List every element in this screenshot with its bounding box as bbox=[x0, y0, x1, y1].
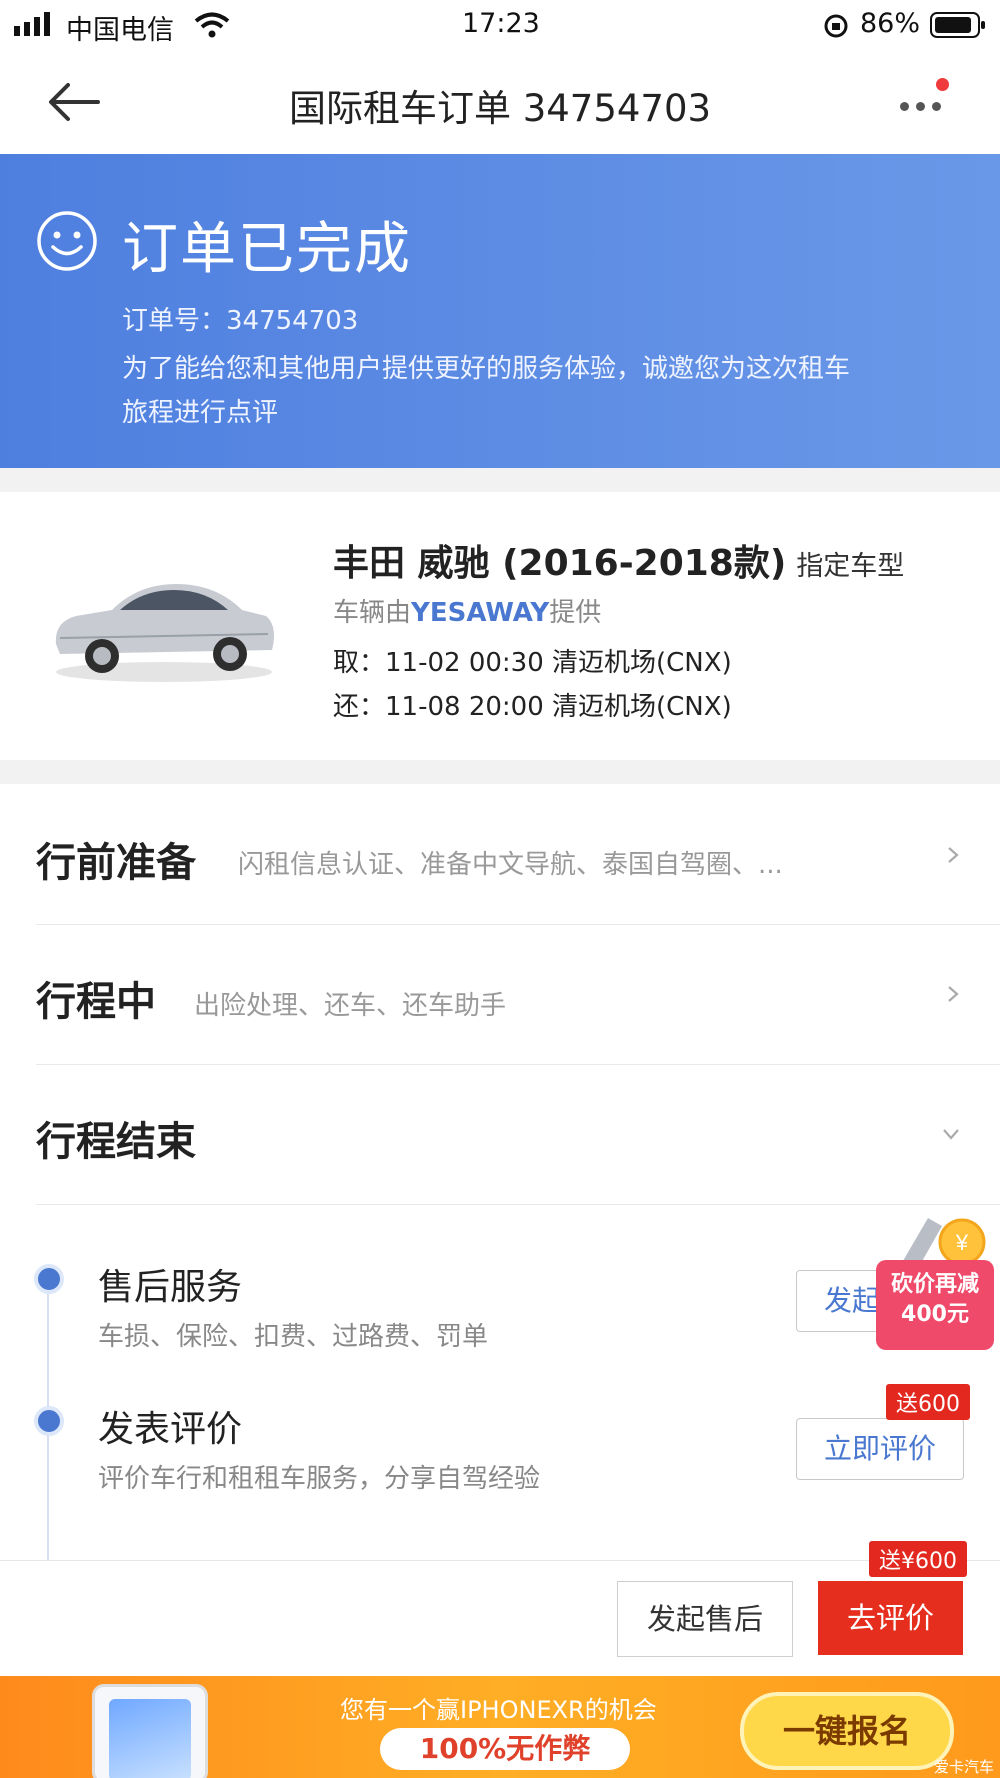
chevron-right-icon bbox=[948, 986, 959, 1002]
status-bar: 中国电信 17:23 86% bbox=[0, 0, 1000, 52]
order-number: 订单号：34754703 bbox=[122, 306, 359, 336]
order-status-title: 订单已完成 bbox=[122, 217, 412, 282]
svg-text:¥: ¥ bbox=[955, 1230, 969, 1255]
section-title: 行程结束 bbox=[36, 1119, 196, 1165]
start-after-sale-button[interactable]: 发起售后 bbox=[617, 1581, 793, 1657]
car-info-card[interactable]: 丰田 威驰 (2016-2018款) 指定车型 车辆由YESAWAY提供 取：11… bbox=[0, 492, 1000, 760]
car-model-name: 丰田 威驰 (2016-2018款) bbox=[333, 543, 787, 584]
review-invite-line1: 为了能给您和其他用户提供更好的服务体验，诚邀您为这次租车 bbox=[122, 354, 851, 384]
timeline-dot bbox=[34, 1406, 64, 1436]
trip-sections: 行前准备 闪租信息认证、准备中文导航、泰国自驾圈、... 行程中 出险处理、还车… bbox=[0, 784, 1000, 1560]
more-menu-button[interactable] bbox=[900, 78, 952, 120]
review-reward-badge: 送600 bbox=[886, 1384, 970, 1420]
phone-image bbox=[92, 1684, 208, 1778]
return-info: 还：11-08 20:00 清迈机场(CNX) bbox=[333, 692, 732, 722]
bottom-action-bar: 发起售后 去评价 送¥600 bbox=[0, 1541, 1000, 1677]
car-model-tag: 指定车型 bbox=[796, 551, 905, 582]
provider-name: YESAWAY bbox=[411, 598, 550, 628]
review-now-button[interactable]: 立即评价 bbox=[796, 1418, 964, 1480]
ad-banner[interactable]: 您有一个赢IPHONEXR的机会 100%无作弊 一键报名 bbox=[0, 1676, 1000, 1778]
car-provider: 车辆由YESAWAY提供 bbox=[333, 592, 601, 629]
divider bbox=[36, 1204, 1000, 1205]
promo-tag: 砍价再减 400元 bbox=[876, 1260, 994, 1350]
ad-headline: 您有一个赢IPHONEXR的机会 bbox=[340, 1696, 657, 1724]
clock: 17:23 bbox=[462, 8, 540, 39]
section-title: 行前准备 bbox=[36, 840, 196, 886]
section-in-trip[interactable]: 行程中 出险处理、还车、还车助手 bbox=[0, 925, 1000, 1064]
pickup-info: 取：11-02 00:30 清迈机场(CNX) bbox=[333, 648, 732, 678]
review-invite-line2: 旅程进行点评 bbox=[122, 398, 279, 428]
after-sales-subtitle: 车损、保险、扣费、过路费、罚单 bbox=[98, 1322, 489, 1352]
rotation-lock-icon bbox=[824, 14, 848, 38]
section-subtitle: 出险处理、还车、还车助手 bbox=[194, 991, 507, 1021]
timeline-dot bbox=[34, 1264, 64, 1294]
more-dot bbox=[916, 102, 925, 111]
promo-line1: 砍价再减 bbox=[890, 1272, 979, 1297]
section-title: 行程中 bbox=[36, 979, 156, 1025]
car-image bbox=[55, 584, 275, 682]
watermark: 爱卡汽车 bbox=[934, 1758, 995, 1776]
more-dot bbox=[932, 102, 941, 111]
signal-icon bbox=[14, 12, 50, 36]
nav-bar: 国际租车订单 34754703 bbox=[0, 52, 1000, 154]
battery-icon bbox=[930, 12, 985, 38]
chevron-down-icon bbox=[943, 1129, 959, 1140]
provider-suffix: 提供 bbox=[549, 598, 602, 628]
provider-prefix: 车辆由 bbox=[333, 598, 412, 628]
section-trip-end[interactable]: 行程结束 bbox=[0, 1065, 1000, 1204]
ad-pill: 100%无作弊 bbox=[380, 1728, 630, 1770]
car-model: 丰田 威驰 (2016-2018款) 指定车型 bbox=[333, 534, 904, 586]
more-dots-icon bbox=[900, 102, 909, 111]
review-subtitle: 评价车行和租租车服务，分享自驾经验 bbox=[98, 1464, 541, 1494]
page-title: 国际租车订单 34754703 bbox=[288, 87, 712, 130]
battery-percent: 86% bbox=[860, 8, 921, 39]
signup-button[interactable]: 一键报名 bbox=[740, 1692, 954, 1770]
promo-line2: 400元 bbox=[901, 1302, 969, 1327]
order-status-banner: 订单已完成 订单号：34754703 为了能给您和其他用户提供更好的服务体验，诚… bbox=[0, 154, 1000, 468]
carrier-label: 中国电信 bbox=[66, 15, 174, 46]
notification-dot bbox=[936, 78, 949, 91]
go-review-button[interactable]: 去评价 bbox=[818, 1581, 963, 1655]
section-subtitle: 闪租信息认证、准备中文导航、泰国自驾圈、... bbox=[238, 850, 783, 880]
section-pre-trip[interactable]: 行前准备 闪租信息认证、准备中文导航、泰国自驾圈、... bbox=[0, 784, 1000, 924]
review-title: 发表评价 bbox=[98, 1409, 243, 1450]
chevron-right-icon bbox=[948, 847, 959, 863]
smile-icon bbox=[37, 211, 97, 271]
wifi-icon bbox=[194, 12, 230, 38]
review-reward-badge: 送¥600 bbox=[869, 1541, 967, 1577]
bargain-promo[interactable]: ¥ 砍价再减 400元 bbox=[876, 1208, 994, 1350]
after-sales-title: 售后服务 bbox=[98, 1267, 243, 1308]
